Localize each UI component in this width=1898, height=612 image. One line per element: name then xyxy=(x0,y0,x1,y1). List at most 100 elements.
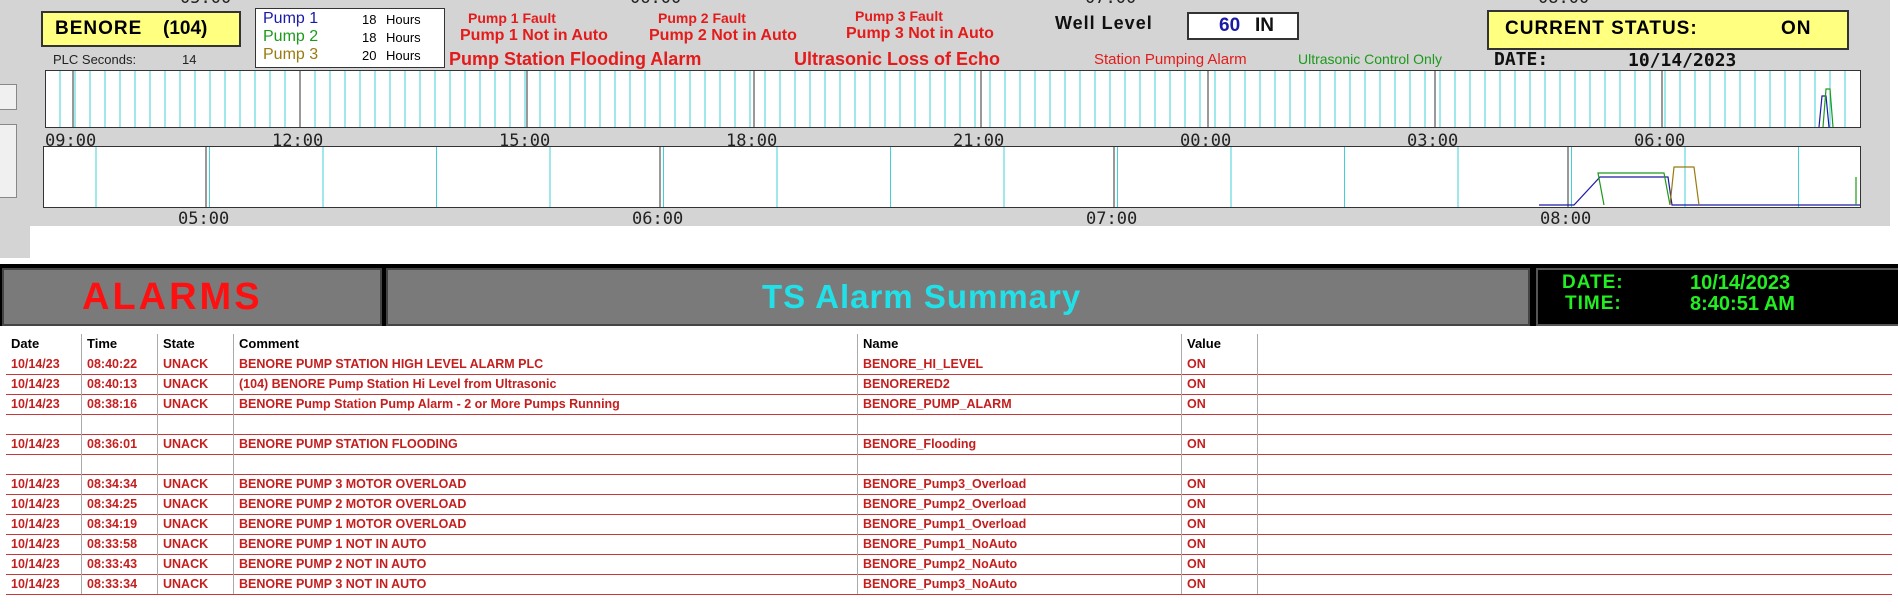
cell-name: BENORE_HI_LEVEL xyxy=(858,354,1182,374)
cell-date xyxy=(6,414,82,434)
summary-title-cell: TS Alarm Summary xyxy=(386,268,1530,326)
alarm-summary-table: Date Time State Comment Name Value 10/14… xyxy=(6,334,1892,600)
pump-2-not-auto: Pump 2 Not in Auto xyxy=(649,27,797,44)
pump-3-not-auto: Pump 3 Not in Auto xyxy=(846,25,994,42)
clock-date-label: DATE: xyxy=(1562,272,1624,293)
station-name: BENORE xyxy=(55,18,143,39)
cell-state xyxy=(158,454,234,474)
cell-name: BENORE_Pump3_Overload xyxy=(858,474,1182,494)
alarm-row[interactable]: 10/14/23 08:38:16 UNACK BENORE Pump Station… xyxy=(6,394,1892,415)
cell-time: 08:38:16 xyxy=(82,394,158,414)
cell-name: BENORE_Pump1_NoAuto xyxy=(858,534,1182,554)
alarm-row-empty[interactable] xyxy=(6,454,1892,475)
cell-date: 10/14/23 xyxy=(6,434,82,454)
cell-state: UNACK xyxy=(158,554,234,574)
cell-state: UNACK xyxy=(158,434,234,454)
column-header-comment[interactable]: Comment xyxy=(234,334,858,354)
cell-name: BENORE_Pump1_Overload xyxy=(858,514,1182,534)
side-tab-upper[interactable] xyxy=(0,84,17,110)
well-level-value: 60 xyxy=(1219,15,1241,36)
current-status-value: ON xyxy=(1781,18,1812,39)
clock-panel: DATE: 10/14/2023 TIME: 8:40:51 AM xyxy=(1536,268,1898,326)
station-name-box: BENORE (104) xyxy=(41,11,241,47)
cell-comment: BENORE PUMP 1 NOT IN AUTO xyxy=(234,534,858,554)
top-date-value: 10/14/2023 xyxy=(1628,50,1737,71)
pump-3-hours: 20 xyxy=(362,48,377,63)
cell-value: ON xyxy=(1182,494,1258,514)
alarm-row[interactable]: 10/14/23 08:33:34 UNACK BENORE PUMP 3 NOT I… xyxy=(6,574,1892,595)
alarm-row[interactable]: 10/14/23 08:34:19 UNACK BENORE PUMP 1 MOTOR… xyxy=(6,514,1892,535)
cell-state: UNACK xyxy=(158,534,234,554)
cell-time: 08:36:01 xyxy=(82,434,158,454)
cell-time: 08:33:58 xyxy=(82,534,158,554)
alarms-title-cell: ALARMS xyxy=(2,268,382,326)
cell-comment: BENORE PUMP 2 MOTOR OVERLOAD xyxy=(234,494,858,514)
cell-name: BENORE_Pump2_Overload xyxy=(858,494,1182,514)
pump-3-label: Pump 3 xyxy=(263,46,319,63)
pump-1-trace xyxy=(1539,176,1860,206)
alarm-header-bar: ALARMS TS Alarm Summary DATE: 10/14/2023… xyxy=(0,264,1898,326)
cell-name: BENORE_PUMP_ALARM xyxy=(858,394,1182,414)
cell-name: BENORE_Flooding xyxy=(858,434,1182,454)
cell-time: 08:34:19 xyxy=(82,514,158,534)
chart2-tick-label: 05:00 xyxy=(178,209,230,229)
trend-chart-4h xyxy=(43,146,1861,208)
side-tab-lower[interactable] xyxy=(0,124,17,198)
cell-state: UNACK xyxy=(158,494,234,514)
cell-value: ON xyxy=(1182,474,1258,494)
pump-1-hours-unit: Hours xyxy=(386,12,421,27)
cell-time xyxy=(82,414,158,434)
cell-comment xyxy=(234,454,858,474)
clock-time-label: TIME: xyxy=(1565,293,1622,314)
alarm-row[interactable]: 10/14/23 08:34:25 UNACK BENORE PUMP 2 MOTOR… xyxy=(6,494,1892,515)
plc-seconds-label: PLC Seconds: xyxy=(53,52,137,67)
cell-date: 10/14/23 xyxy=(6,534,82,554)
alarms-title: ALARMS xyxy=(82,276,263,318)
alarm-row-empty[interactable] xyxy=(6,414,1892,435)
clock-date-value: 10/14/2023 xyxy=(1690,272,1791,294)
cell-state: UNACK xyxy=(158,574,234,594)
cell-date: 10/14/23 xyxy=(6,354,82,374)
pump-3-fault: Pump 3 Fault xyxy=(855,8,943,24)
column-header-value[interactable]: Value xyxy=(1182,334,1258,354)
cell-time: 08:34:25 xyxy=(82,494,158,514)
cell-date: 10/14/23 xyxy=(6,494,82,514)
alarm-row[interactable]: 10/14/23 08:34:34 UNACK BENORE PUMP 3 MOTOR… xyxy=(6,474,1892,495)
cut-tick-label: 07:00 xyxy=(1085,0,1136,8)
cell-comment xyxy=(234,414,858,434)
alarm-row[interactable]: 10/14/23 08:33:43 UNACK BENORE PUMP 2 NOT I… xyxy=(6,554,1892,575)
column-header-time[interactable]: Time xyxy=(82,334,158,354)
cell-value: ON xyxy=(1182,574,1258,594)
alarm-row[interactable]: 10/14/23 08:33:58 UNACK BENORE PUMP 1 NOT I… xyxy=(6,534,1892,555)
clock-time-value: 8:40:51 AM xyxy=(1690,293,1795,315)
column-header-date[interactable]: Date xyxy=(6,334,82,354)
cell-value: ON xyxy=(1182,354,1258,374)
cut-tick-label: 05:00 xyxy=(180,0,231,8)
cell-date: 10/14/23 xyxy=(6,514,82,534)
alarm-row[interactable]: 10/14/23 08:40:22 UNACK BENORE PUMP STATION… xyxy=(6,354,1892,375)
cell-value: ON xyxy=(1182,514,1258,534)
cell-state: UNACK xyxy=(158,474,234,494)
plc-seconds-value: 14 xyxy=(182,52,197,67)
well-level-unit: IN xyxy=(1255,15,1274,36)
pump-1-label: Pump 1 xyxy=(263,10,319,27)
cell-comment: BENORE PUMP STATION FLOODING xyxy=(234,434,858,454)
column-header-state[interactable]: State xyxy=(158,334,234,354)
cell-date: 10/14/23 xyxy=(6,374,82,394)
cell-comment: BENORE PUMP 1 MOTOR OVERLOAD xyxy=(234,514,858,534)
cell-date: 10/14/23 xyxy=(6,474,82,494)
cell-value: ON xyxy=(1182,534,1258,554)
cell-date xyxy=(6,454,82,474)
column-header-name[interactable]: Name xyxy=(858,334,1182,354)
alarm-row[interactable]: 10/14/23 08:40:13 UNACK (104) BENORE Pump S… xyxy=(6,374,1892,395)
cell-value: ON xyxy=(1182,394,1258,414)
current-status-label: CURRENT STATUS: xyxy=(1505,18,1698,39)
cell-time xyxy=(82,454,158,474)
station-number: (104) xyxy=(163,18,208,39)
pump-2-hours: 18 xyxy=(362,30,377,45)
pump-2-trace xyxy=(1597,172,1671,206)
cell-state: UNACK xyxy=(158,374,234,394)
chart2-tick-label: 07:00 xyxy=(1086,209,1138,229)
trend-chart-4h-plot xyxy=(95,147,1860,207)
alarm-row[interactable]: 10/14/23 08:36:01 UNACK BENORE PUMP STATION… xyxy=(6,434,1892,455)
